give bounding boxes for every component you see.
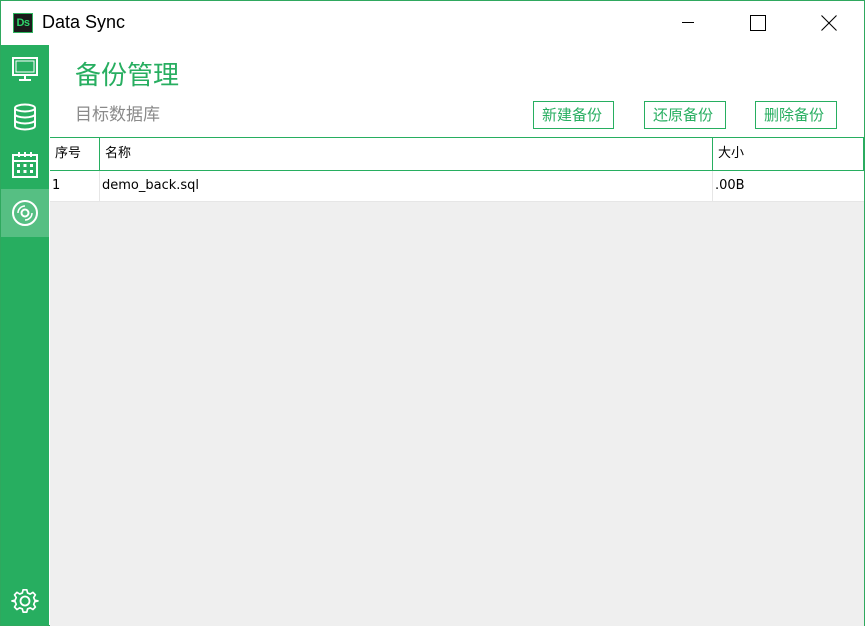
- window-title: Data Sync: [42, 12, 126, 32]
- table-row[interactable]: 1 demo_back.sql .00B: [50, 171, 864, 202]
- maximize-button[interactable]: [735, 1, 781, 45]
- sidebar-item-backup[interactable]: [1, 189, 49, 237]
- delete-backup-button[interactable]: 删除备份: [755, 101, 837, 129]
- restore-backup-button[interactable]: 还原备份: [644, 101, 726, 129]
- database-icon: [14, 103, 36, 131]
- monitor-icon: [12, 57, 38, 81]
- cell-index: 1: [52, 171, 100, 201]
- page-subtitle: 目标数据库: [75, 105, 160, 125]
- main-content: 备份管理 目标数据库 新建备份 还原备份 删除备份 序号 名称 大小 1 dem…: [49, 45, 864, 626]
- maximize-icon: [750, 15, 766, 31]
- page-title: 备份管理: [75, 61, 180, 91]
- sidebar: [1, 45, 49, 625]
- sidebar-item-monitor[interactable]: [1, 45, 49, 93]
- close-button[interactable]: [806, 1, 852, 45]
- minimize-icon: [682, 22, 694, 23]
- sidebar-settings[interactable]: [1, 577, 49, 625]
- column-header-index[interactable]: 序号: [50, 138, 100, 170]
- cell-size: .00B: [715, 178, 745, 193]
- app-logo-text: Ds: [16, 17, 30, 29]
- sidebar-item-database[interactable]: [1, 93, 49, 141]
- disc-icon: [12, 200, 38, 226]
- new-backup-button[interactable]: 新建备份: [533, 101, 614, 129]
- app-window: Ds Data Sync 备份管理 目标数据库 新建备份 还原备份 删除备份 序…: [0, 0, 865, 626]
- cell-name: demo_back.sql: [100, 171, 713, 201]
- column-header-size[interactable]: 大小: [713, 138, 864, 170]
- close-icon: [821, 15, 837, 31]
- gear-icon: [11, 588, 39, 613]
- table-header: 序号 名称 大小: [50, 138, 864, 171]
- column-header-name[interactable]: 名称: [100, 138, 713, 170]
- title-bar[interactable]: Ds Data Sync: [1, 1, 864, 45]
- sidebar-item-calendar[interactable]: [1, 141, 49, 189]
- minimize-button[interactable]: [665, 1, 711, 45]
- calendar-icon: [12, 152, 38, 178]
- backup-table: 序号 名称 大小 1 demo_back.sql .00B: [50, 137, 864, 626]
- app-logo: Ds: [13, 13, 33, 33]
